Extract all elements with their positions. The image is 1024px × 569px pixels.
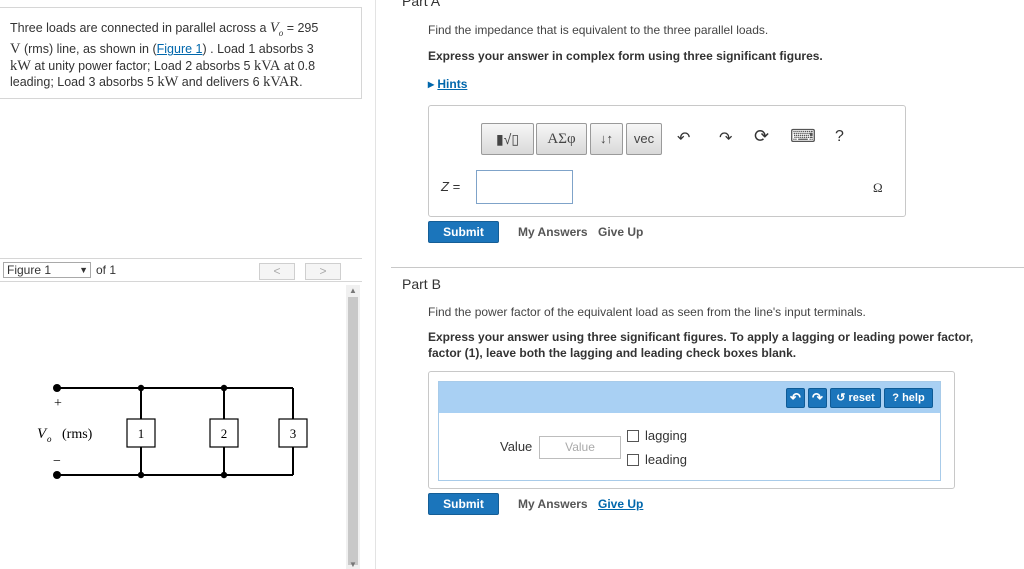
figure-select[interactable]: Figure 1 ▼	[3, 262, 91, 278]
part-b-give-up-link[interactable]: Give Up	[598, 497, 643, 511]
reset-button[interactable]: ↺ reset	[830, 388, 881, 408]
answer-frame: ↶ ↷ ↺ reset ? help Value Value lagging l…	[438, 381, 941, 481]
redo-button[interactable]: ↷	[808, 388, 827, 408]
problem-text: at 0.8	[280, 58, 316, 73]
part-b-title: Part B	[402, 276, 441, 292]
node	[137, 471, 145, 479]
help-icon[interactable]: ?	[835, 128, 844, 146]
next-figure-button[interactable]: >	[305, 263, 341, 280]
scroll-thumb[interactable]	[348, 297, 358, 565]
load-1-label: 1	[138, 426, 145, 441]
part-b-my-answers-link[interactable]: My Answers	[518, 497, 588, 511]
source-voltage-unit: (rms)	[62, 427, 93, 442]
problem-text: leading; Load 3 absorbs 5	[10, 75, 158, 90]
hints-link[interactable]: Hints	[437, 77, 467, 91]
vector-button[interactable]: vec	[626, 123, 662, 155]
problem-text: .	[299, 75, 303, 90]
greek-symbols-button[interactable]: ΑΣφ	[536, 123, 587, 155]
unit-kvar: kVAR	[263, 74, 300, 91]
part-a-give-up-link[interactable]: Give Up	[598, 225, 643, 239]
lagging-checkbox[interactable]	[627, 430, 639, 442]
prev-figure-button[interactable]: <	[259, 263, 295, 280]
z-label: Z =	[441, 179, 461, 194]
figure-select-value: Figure 1	[7, 263, 52, 277]
part-a-title: Part A	[402, 0, 441, 9]
unit-v: V	[10, 41, 21, 58]
power-factor-input[interactable]: Value	[539, 436, 621, 459]
hints-toggle[interactable]: ▸ Hints	[428, 77, 467, 91]
part-b-answer-box: ↶ ↷ ↺ reset ? help Value Value lagging l…	[428, 371, 955, 489]
part-b-submit-button[interactable]: Submit	[428, 493, 499, 515]
figure-scrollbar[interactable]: ▲ ▼	[346, 285, 360, 569]
part-a-answer-box: ▮√▯ ΑΣφ ↓↑ vec ↶ ↷ ⟳ ⌨ ? Z = Ω	[428, 105, 906, 217]
plus-sign: +	[54, 396, 62, 411]
chevron-down-icon: ▼	[79, 265, 88, 275]
node	[137, 384, 145, 392]
value-label: Value	[500, 439, 533, 454]
figure-count: of 1	[96, 263, 117, 277]
help-button[interactable]: ? help	[884, 388, 933, 408]
part-b-prompt: Find the power factor of the equivalent …	[428, 305, 866, 319]
lagging-label: lagging	[645, 428, 687, 443]
node	[220, 471, 228, 479]
scroll-up-icon[interactable]: ▲	[349, 286, 357, 295]
part-b-instruction-line2: factor (1), leave both the lagging and l…	[428, 346, 797, 360]
ohm-unit: Ω	[873, 180, 883, 195]
terminal-top	[53, 384, 61, 392]
answer-toolbar: ↶ ↷ ↺ reset ? help	[439, 382, 940, 413]
problem-text: at unity power factor; Load 2 absorbs 5	[30, 58, 254, 73]
problem-text: Three loads are connected in parallel ac…	[10, 21, 270, 35]
problem-text: ) . Load 1 absorbs 3	[202, 42, 314, 57]
problem-text: and delivers 6	[178, 75, 264, 90]
column-divider	[375, 0, 376, 569]
node	[220, 384, 228, 392]
figure-link[interactable]: Figure 1	[157, 42, 203, 56]
redo-icon[interactable]: ↷	[719, 128, 732, 148]
scroll-down-icon[interactable]: ▼	[349, 560, 357, 569]
part-a-instruction: Express your answer in complex form usin…	[428, 49, 823, 63]
problem-statement: Three loads are connected in parallel ac…	[0, 7, 362, 99]
unit-kva: kVA	[253, 57, 281, 74]
leading-label: leading	[645, 452, 687, 467]
vo-symbol: Vo	[269, 20, 283, 38]
unit-kw: kW	[157, 74, 179, 91]
circuit-diagram: 1 2 3 + − V o (rms)	[37, 384, 308, 479]
reset-icon[interactable]: ⟳	[754, 126, 769, 147]
undo-button[interactable]: ↶	[786, 388, 805, 408]
leading-checkbox[interactable]	[627, 454, 639, 466]
part-divider	[391, 267, 1024, 268]
subscript-superscript-button[interactable]: ↓↑	[590, 123, 623, 155]
part-a-prompt: Find the impedance that is equivalent to…	[428, 23, 769, 37]
impedance-input[interactable]	[476, 170, 573, 204]
vo-symbol-letter: V	[269, 20, 279, 36]
part-b-instruction-line1: Express your answer using three signific…	[428, 330, 974, 344]
load-3-label: 3	[290, 426, 297, 441]
source-voltage-subscript: o	[47, 434, 52, 444]
keyboard-icon[interactable]: ⌨	[790, 126, 816, 147]
terminal-bottom	[53, 471, 61, 479]
expand-arrow-icon: ▸	[428, 77, 435, 91]
part-a-submit-button[interactable]: Submit	[428, 221, 499, 243]
minus-sign: −	[53, 454, 61, 469]
problem-text: (rms) line, as shown in (	[20, 42, 157, 57]
problem-text: = 295	[283, 21, 319, 35]
figure-toolbar: Figure 1 ▼ of 1 < >	[0, 258, 362, 282]
load-2-label: 2	[221, 426, 228, 441]
unit-kw: kW	[10, 57, 31, 74]
undo-icon[interactable]: ↶	[677, 128, 690, 148]
part-a-my-answers-link[interactable]: My Answers	[518, 225, 588, 239]
templates-button[interactable]: ▮√▯	[481, 123, 534, 155]
